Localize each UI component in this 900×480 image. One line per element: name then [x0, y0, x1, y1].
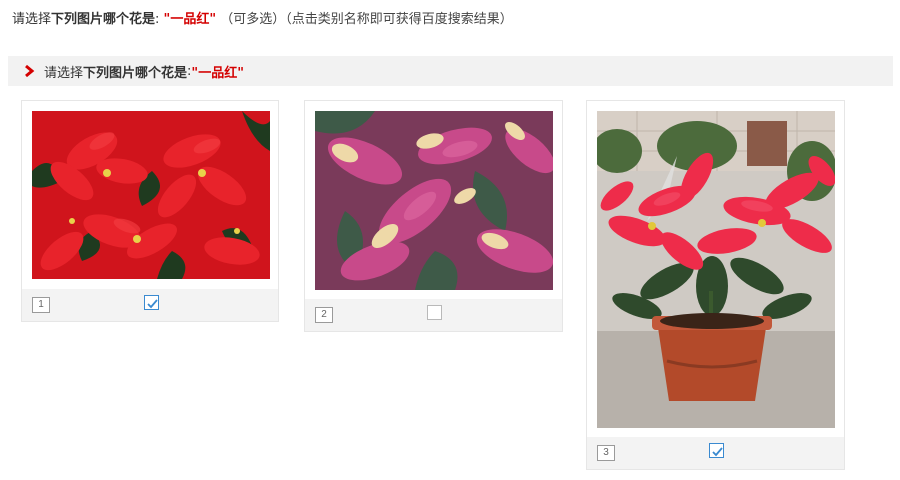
option-card-3[interactable]: 3	[586, 100, 845, 470]
instruction-text: 请选择下列图片哪个花是: "一品红" （可多选）（点击类别名称即可获得百度搜索结…	[12, 10, 513, 30]
section-header: 请选择 下列图片哪个花是: "一品红"	[8, 56, 893, 86]
option-footer-1: 1	[22, 289, 278, 321]
flower-image-3[interactable]	[597, 111, 835, 428]
instruction-prefix: 请选择	[12, 12, 52, 27]
search-hint: （点击类别名称即可获得百度搜索结果）	[285, 12, 513, 27]
section-prefix: 请选择	[44, 65, 84, 81]
instruction-answer: "一品红"	[163, 12, 217, 27]
option-card-1[interactable]: 1	[21, 100, 279, 322]
option-card-2[interactable]: 2	[304, 100, 563, 332]
option-checkbox-2[interactable]	[427, 305, 442, 320]
option-footer-2: 2	[305, 299, 562, 331]
section-answer: "一品红"	[191, 65, 244, 81]
captcha-page: 请选择下列图片哪个花是: "一品红" （可多选）（点击类别名称即可获得百度搜索结…	[0, 0, 900, 480]
option-checkbox-3[interactable]	[709, 443, 724, 458]
option-footer-3: 3	[587, 437, 844, 469]
flower-image-2[interactable]	[315, 111, 553, 290]
check-icon	[712, 447, 723, 457]
flower-image-1[interactable]	[32, 111, 270, 279]
chevron-right-icon	[20, 62, 38, 80]
multi-select-hint: （可多选）	[220, 12, 286, 27]
instruction-question: 下列图片哪个花是	[51, 12, 156, 27]
instruction-colon: :	[155, 12, 164, 27]
option-number-3: 3	[597, 445, 615, 461]
option-number-2: 2	[315, 307, 333, 323]
option-checkbox-1[interactable]	[144, 295, 159, 310]
check-icon	[147, 299, 158, 309]
option-number-1: 1	[32, 297, 50, 313]
section-question: 下列图片哪个花是	[83, 65, 188, 81]
